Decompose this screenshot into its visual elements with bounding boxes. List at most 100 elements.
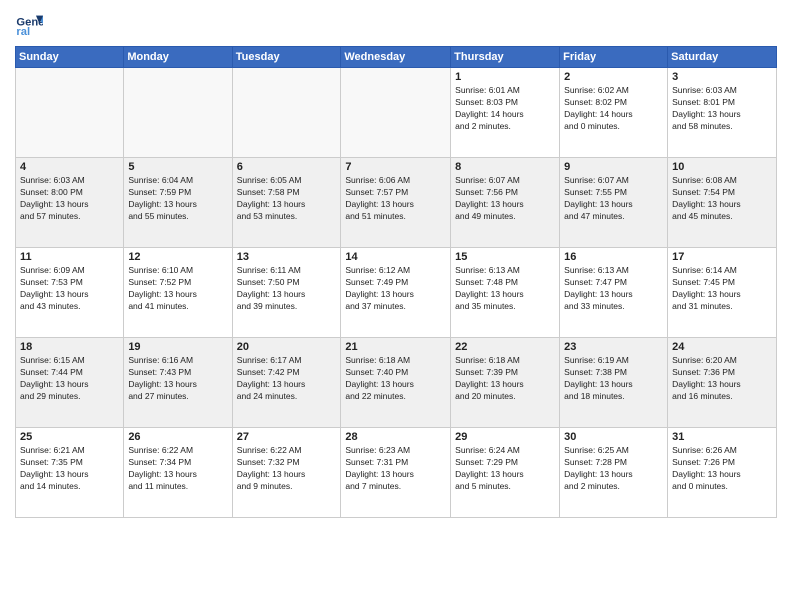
calendar-cell: 21 Sunrise: 6:18 AM Sunset: 7:40 PM Dayli… [341,338,451,428]
calendar-row-3: 11Sunrise: 6:09 AM Sunset: 7:53 PM Dayli… [16,248,777,338]
calendar-cell: 18 Sunrise: 6:15 AM Sunset: 7:44 PM Dayli… [16,338,124,428]
calendar-cell: 25 Sunrise: 6:21 AM Sunset: 7:35 PM Dayli… [16,428,124,518]
day-number: 14 [345,251,446,263]
col-saturday: Saturday [668,47,777,68]
day-number: 17 [672,251,772,263]
svg-text:ral: ral [16,26,30,38]
day-info: Sunrise: 6:02 AM Sunset: 8:02 PM Dayligh… [564,85,663,133]
calendar-cell: 30Sunrise: 6:25 AM Sunset: 7:28 PM Dayli… [560,428,668,518]
calendar-cell: 27Sunrise: 6:22 AM Sunset: 7:32 PM Dayli… [232,428,341,518]
day-number: 3 [672,71,772,83]
calendar-cell: 12 Sunrise: 6:10 AM Sunset: 7:52 PM Dayli… [124,248,232,338]
day-info: Sunrise: 6:20 AM Sunset: 7:36 PM Dayligh… [672,355,772,403]
day-number: 15 [455,251,555,263]
calendar-cell: 15 Sunrise: 6:13 AM Sunset: 7:48 PM Dayli… [451,248,560,338]
day-number: 5 [128,161,227,173]
day-number: 28 [345,431,446,443]
day-info: Sunrise: 6:23 AM Sunset: 7:31 PM Dayligh… [345,445,446,493]
col-tuesday: Tuesday [232,47,341,68]
day-number: 24 [672,341,772,353]
day-info: Sunrise: 6:24 AM Sunset: 7:29 PM Dayligh… [455,445,555,493]
calendar-cell: 20 Sunrise: 6:17 AM Sunset: 7:42 PM Dayli… [232,338,341,428]
calendar-cell [232,68,341,158]
day-info: Sunrise: 6:12 AM Sunset: 7:49 PM Dayligh… [345,265,446,313]
day-info: Sunrise: 6:22 AM Sunset: 7:32 PM Dayligh… [237,445,337,493]
day-number: 13 [237,251,337,263]
day-info: Sunrise: 6:13 AM Sunset: 7:48 PM Dayligh… [455,265,555,313]
calendar-cell: 24 Sunrise: 6:20 AM Sunset: 7:36 PM Dayli… [668,338,777,428]
day-number: 23 [564,341,663,353]
calendar-row-2: 4Sunrise: 6:03 AM Sunset: 8:00 PM Daylig… [16,158,777,248]
day-info: Sunrise: 6:05 AM Sunset: 7:58 PM Dayligh… [237,175,337,223]
calendar-cell: 3 Sunrise: 6:03 AM Sunset: 8:01 PM Daylig… [668,68,777,158]
calendar-cell: 8 Sunrise: 6:07 AM Sunset: 7:56 PM Daylig… [451,158,560,248]
day-info: Sunrise: 6:17 AM Sunset: 7:42 PM Dayligh… [237,355,337,403]
day-number: 18 [20,341,119,353]
calendar-cell: 9Sunrise: 6:07 AM Sunset: 7:55 PM Daylig… [560,158,668,248]
day-number: 21 [345,341,446,353]
calendar-cell: 31 Sunrise: 6:26 AM Sunset: 7:26 PM Dayli… [668,428,777,518]
calendar-cell: 2Sunrise: 6:02 AM Sunset: 8:02 PM Daylig… [560,68,668,158]
weekday-header-row: Sunday Monday Tuesday Wednesday Thursday… [16,47,777,68]
day-info: Sunrise: 6:07 AM Sunset: 7:55 PM Dayligh… [564,175,663,223]
day-info: Sunrise: 6:10 AM Sunset: 7:52 PM Dayligh… [128,265,227,313]
day-info: Sunrise: 6:06 AM Sunset: 7:57 PM Dayligh… [345,175,446,223]
calendar-cell: 11Sunrise: 6:09 AM Sunset: 7:53 PM Dayli… [16,248,124,338]
calendar-row-1: 1Sunrise: 6:01 AM Sunset: 8:03 PM Daylig… [16,68,777,158]
day-info: Sunrise: 6:03 AM Sunset: 8:00 PM Dayligh… [20,175,119,223]
calendar-cell [341,68,451,158]
calendar-cell: 26Sunrise: 6:22 AM Sunset: 7:34 PM Dayli… [124,428,232,518]
calendar-cell [124,68,232,158]
logo-icon: Gene ral [15,10,43,38]
day-info: Sunrise: 6:14 AM Sunset: 7:45 PM Dayligh… [672,265,772,313]
calendar-cell: 1Sunrise: 6:01 AM Sunset: 8:03 PM Daylig… [451,68,560,158]
day-info: Sunrise: 6:16 AM Sunset: 7:43 PM Dayligh… [128,355,227,403]
calendar: Sunday Monday Tuesday Wednesday Thursday… [15,46,777,518]
day-number: 26 [128,431,227,443]
calendar-cell: 7 Sunrise: 6:06 AM Sunset: 7:57 PM Daylig… [341,158,451,248]
day-info: Sunrise: 6:15 AM Sunset: 7:44 PM Dayligh… [20,355,119,403]
day-number: 22 [455,341,555,353]
day-info: Sunrise: 6:21 AM Sunset: 7:35 PM Dayligh… [20,445,119,493]
day-info: Sunrise: 6:07 AM Sunset: 7:56 PM Dayligh… [455,175,555,223]
calendar-cell: 22 Sunrise: 6:18 AM Sunset: 7:39 PM Dayli… [451,338,560,428]
day-number: 6 [237,161,337,173]
day-info: Sunrise: 6:03 AM Sunset: 8:01 PM Dayligh… [672,85,772,133]
header: Gene ral [15,10,777,38]
logo: Gene ral [15,10,45,38]
day-number: 29 [455,431,555,443]
day-info: Sunrise: 6:04 AM Sunset: 7:59 PM Dayligh… [128,175,227,223]
day-info: Sunrise: 6:01 AM Sunset: 8:03 PM Dayligh… [455,85,555,133]
calendar-cell: 6 Sunrise: 6:05 AM Sunset: 7:58 PM Daylig… [232,158,341,248]
day-info: Sunrise: 6:18 AM Sunset: 7:39 PM Dayligh… [455,355,555,403]
day-info: Sunrise: 6:18 AM Sunset: 7:40 PM Dayligh… [345,355,446,403]
day-info: Sunrise: 6:11 AM Sunset: 7:50 PM Dayligh… [237,265,337,313]
day-number: 7 [345,161,446,173]
day-info: Sunrise: 6:26 AM Sunset: 7:26 PM Dayligh… [672,445,772,493]
day-number: 8 [455,161,555,173]
calendar-cell: 19 Sunrise: 6:16 AM Sunset: 7:43 PM Dayli… [124,338,232,428]
calendar-cell: 16 Sunrise: 6:13 AM Sunset: 7:47 PM Dayli… [560,248,668,338]
day-number: 31 [672,431,772,443]
day-info: Sunrise: 6:19 AM Sunset: 7:38 PM Dayligh… [564,355,663,403]
calendar-cell: 4Sunrise: 6:03 AM Sunset: 8:00 PM Daylig… [16,158,124,248]
page: Gene ral Sunday Monday Tuesday Wednesday [0,0,792,612]
col-sunday: Sunday [16,47,124,68]
day-number: 30 [564,431,663,443]
calendar-cell: 14 Sunrise: 6:12 AM Sunset: 7:49 PM Dayli… [341,248,451,338]
calendar-cell [16,68,124,158]
day-number: 12 [128,251,227,263]
day-info: Sunrise: 6:09 AM Sunset: 7:53 PM Dayligh… [20,265,119,313]
day-info: Sunrise: 6:13 AM Sunset: 7:47 PM Dayligh… [564,265,663,313]
day-number: 10 [672,161,772,173]
calendar-cell: 10 Sunrise: 6:08 AM Sunset: 7:54 PM Dayli… [668,158,777,248]
col-monday: Monday [124,47,232,68]
day-number: 16 [564,251,663,263]
day-info: Sunrise: 6:08 AM Sunset: 7:54 PM Dayligh… [672,175,772,223]
calendar-cell: 13 Sunrise: 6:11 AM Sunset: 7:50 PM Dayli… [232,248,341,338]
calendar-row-5: 25 Sunrise: 6:21 AM Sunset: 7:35 PM Dayli… [16,428,777,518]
day-number: 20 [237,341,337,353]
day-number: 25 [20,431,119,443]
calendar-cell: 5 Sunrise: 6:04 AM Sunset: 7:59 PM Daylig… [124,158,232,248]
day-number: 19 [128,341,227,353]
